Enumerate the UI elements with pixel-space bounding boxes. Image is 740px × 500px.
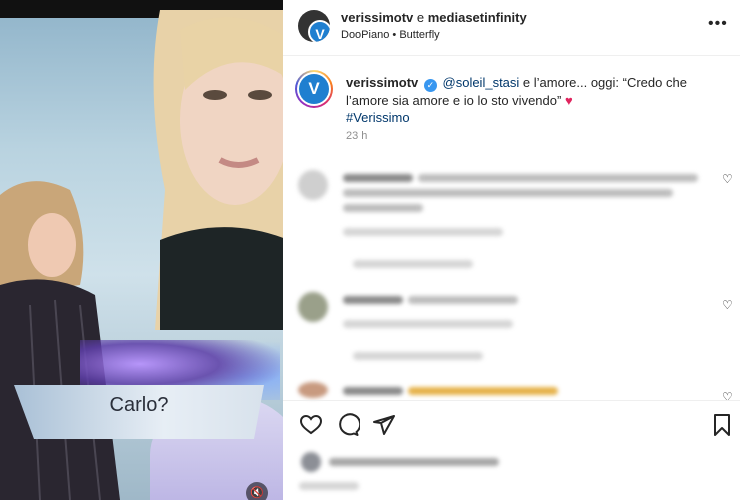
header-partner[interactable]: mediasetinfinity xyxy=(428,10,527,25)
verified-badge-icon: ✓ xyxy=(423,79,437,92)
mute-icon[interactable]: 🔇 xyxy=(246,482,268,500)
more-horizontal-icon[interactable]: ••• xyxy=(708,14,728,34)
media-portrait-image xyxy=(153,10,283,330)
audio-separator: • xyxy=(392,29,397,41)
caption-avatar-logo: V xyxy=(299,74,329,104)
avatar-logo: V xyxy=(308,20,330,42)
audio-artist[interactable]: DooPiano xyxy=(341,29,389,41)
media-guest-image xyxy=(0,181,120,500)
action-bar xyxy=(283,400,740,448)
audio-info[interactable]: DooPiano • Butterfly xyxy=(341,29,440,41)
comment-like-icon[interactable]: ♡ xyxy=(722,172,733,186)
header-connector: e xyxy=(416,10,425,25)
audio-track[interactable]: Butterfly xyxy=(399,29,439,41)
caption-username[interactable]: verissimotv xyxy=(346,75,418,90)
comment-item xyxy=(283,292,740,362)
comment-item xyxy=(283,168,740,268)
bookmark-icon[interactable] xyxy=(710,413,734,437)
comment-avatar[interactable] xyxy=(298,382,328,398)
post-panel: V verissimotv e mediasetinfinity DooPian… xyxy=(283,0,740,500)
post-caption: V verissimotv ✓ @soleil_stasi e l’amore.… xyxy=(283,62,740,152)
comment-avatar[interactable] xyxy=(298,292,328,322)
heart-emoji: ♥ xyxy=(564,93,573,108)
caption-avatar[interactable]: V xyxy=(295,70,333,108)
caption-mention[interactable]: @soleil_stasi xyxy=(443,75,520,90)
header-account[interactable]: verissimotv xyxy=(341,10,413,25)
comment-icon[interactable] xyxy=(336,413,360,437)
header-avatar[interactable]: V xyxy=(298,10,330,42)
comment-avatar[interactable] xyxy=(298,170,328,200)
caption-hashtag[interactable]: #Verissimo xyxy=(346,110,410,125)
caption-text: verissimotv ✓ @soleil_stasi e l’amore...… xyxy=(346,74,726,126)
post-media[interactable]: Carlo? 🔇 xyxy=(0,0,283,500)
comment-like-icon[interactable]: ♡ xyxy=(722,298,733,312)
send-icon[interactable] xyxy=(372,413,396,437)
header-title: verissimotv e mediasetinfinity xyxy=(341,10,527,25)
heart-icon[interactable] xyxy=(299,413,323,437)
media-caption: Carlo? xyxy=(109,394,169,416)
comment-item xyxy=(283,382,740,398)
post-time[interactable]: 23 h xyxy=(346,130,367,142)
post-header: V verissimotv e mediasetinfinity DooPian… xyxy=(283,0,740,56)
likes-summary xyxy=(283,448,740,500)
